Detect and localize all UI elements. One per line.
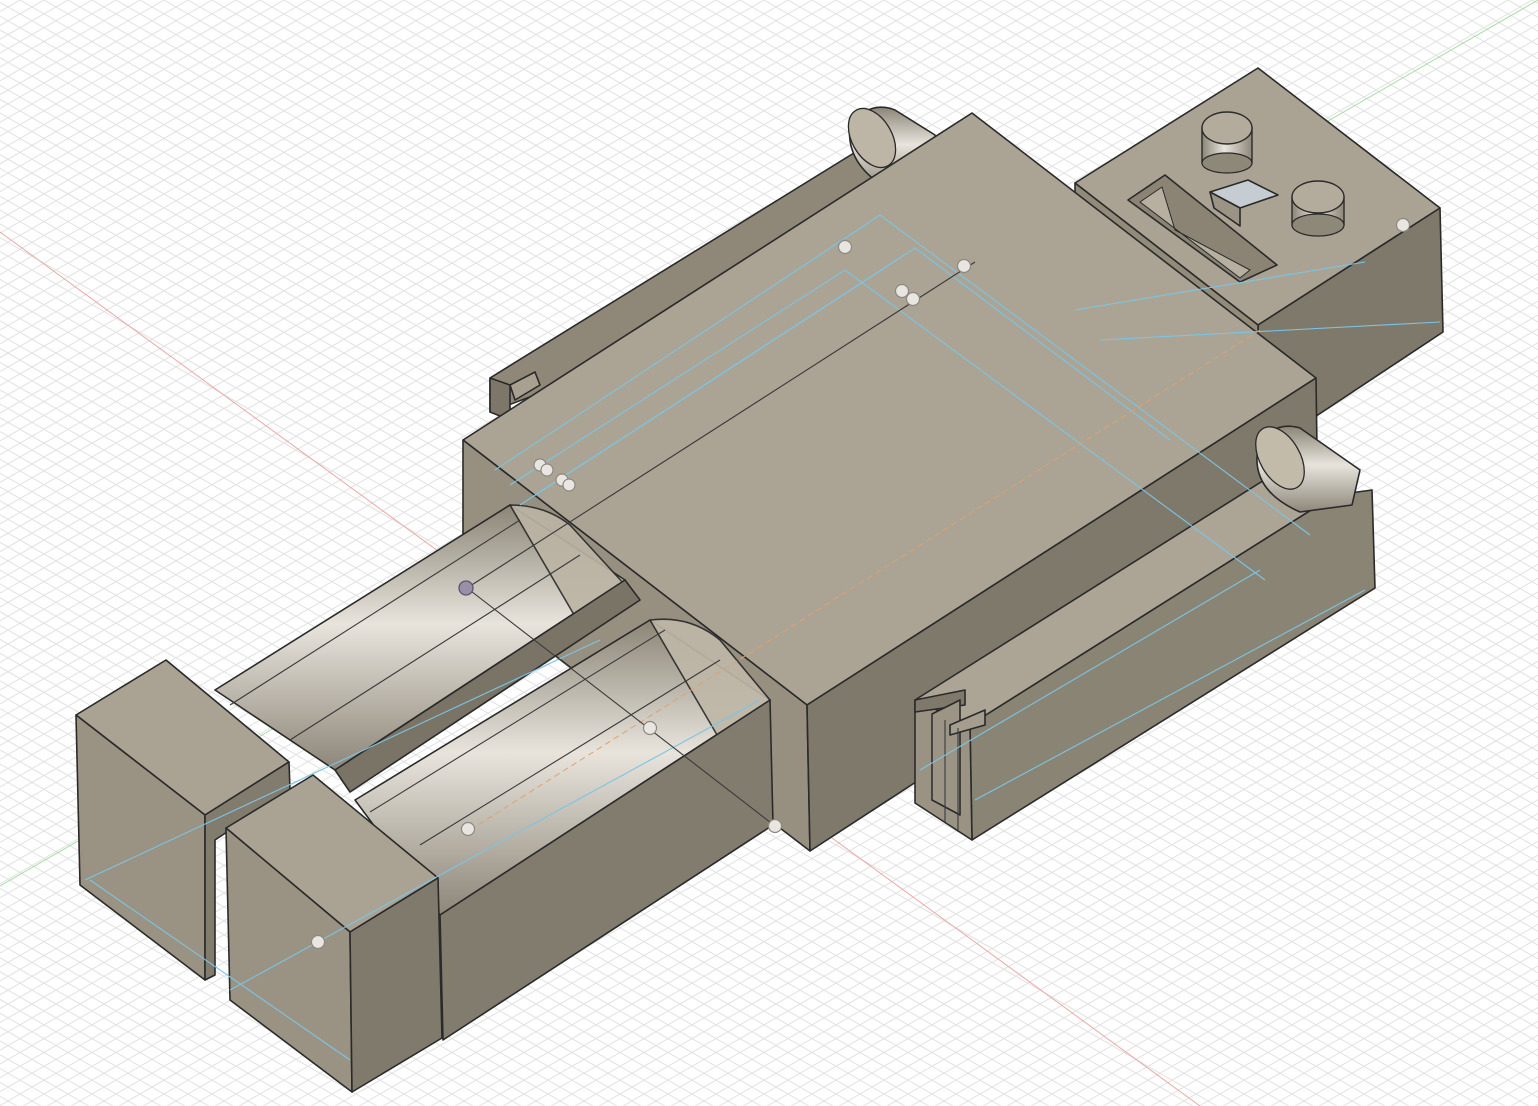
sketch-point [540,463,554,477]
grid-line [1366,1006,1538,1106]
cad-viewport[interactable] [0,0,1538,1106]
sketch-point [894,283,910,299]
sketch-point [460,821,476,837]
grid-line [0,957,258,1106]
grid-line [1438,1048,1538,1106]
sketch-point [767,818,783,834]
model-canvas[interactable] [0,0,1538,1106]
eye-right [1291,180,1345,237]
grid-line [0,0,69,40]
sketch-point-origin [458,580,474,596]
sketch-point [310,934,326,950]
grid-line [1459,0,1538,46]
eye-left [1201,111,1253,174]
sketch-point [905,291,921,307]
sketch-point [562,478,576,492]
grid-line [0,1095,18,1106]
sketch-point [837,239,853,255]
grid-line [1462,1062,1538,1106]
grid-line [0,1068,66,1106]
grid-line [1411,0,1538,74]
sketch-point [956,258,972,274]
sketch-point [1395,217,1411,233]
grid-line [0,0,261,151]
sketch-point [642,720,658,736]
